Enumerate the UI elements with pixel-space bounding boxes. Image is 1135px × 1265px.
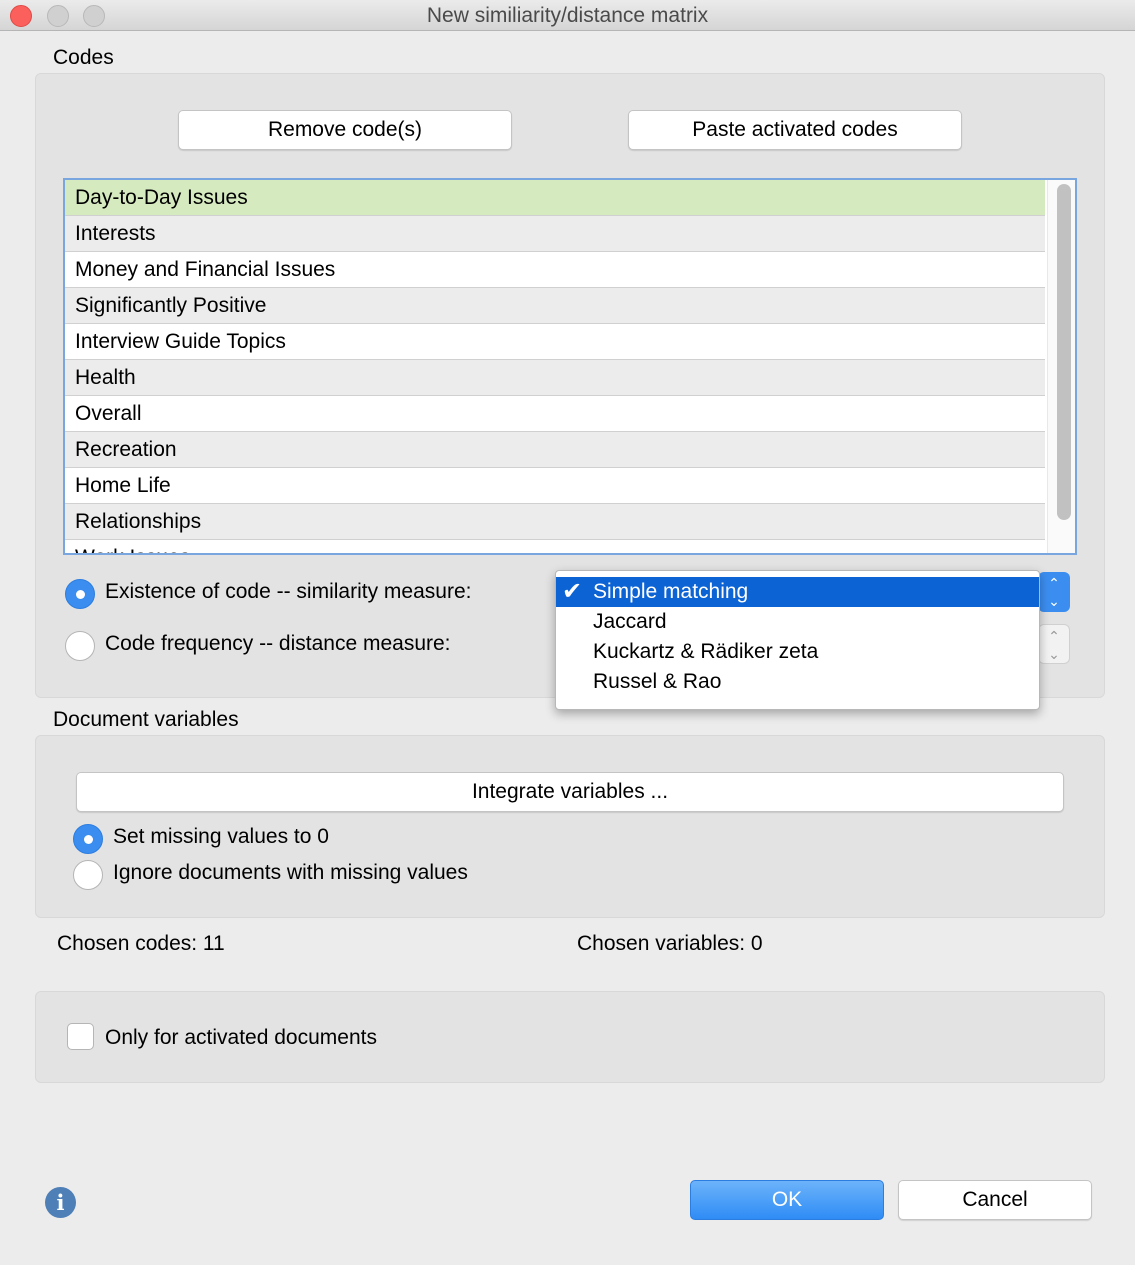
list-item[interactable]: Recreation [65, 432, 1045, 468]
paste-activated-codes-button[interactable]: Paste activated codes [628, 110, 962, 150]
window-title: New similiarity/distance matrix [426, 4, 709, 27]
list-item[interactable]: Day-to-Day Issues [65, 180, 1045, 216]
only-activated-label: Only for activated documents [105, 1026, 377, 1049]
list-item[interactable]: Interview Guide Topics [65, 324, 1045, 360]
menu-item-kuckartz-zeta[interactable]: Kuckartz & Rädiker zeta [556, 637, 1039, 667]
list-item[interactable]: Money and Financial Issues [65, 252, 1045, 288]
variables-section-label: Document variables [53, 708, 239, 731]
list-scroll-track[interactable] [1047, 180, 1075, 553]
existence-label: Existence of code -- similarity measure: [105, 580, 472, 603]
integrate-variables-button[interactable]: Integrate variables ... [76, 772, 1064, 812]
list-item[interactable]: Home Life [65, 468, 1045, 504]
frequency-label: Code frequency -- distance measure: [105, 632, 451, 655]
codes-list[interactable]: Day-to-Day Issues Interests Money and Fi… [63, 178, 1077, 555]
ignore-missing-radio[interactable] [73, 860, 103, 890]
distance-popup-stepper-icon[interactable]: ⌃ ⌄ [1038, 624, 1070, 664]
list-item[interactable]: Work Issues [65, 540, 1045, 553]
list-item[interactable]: Interests [65, 216, 1045, 252]
menu-item-label: Jaccard [593, 610, 667, 633]
ok-button[interactable]: OK [690, 1180, 884, 1220]
menu-item-jaccard[interactable]: Jaccard [556, 607, 1039, 637]
menu-item-label: Kuckartz & Rädiker zeta [593, 640, 819, 663]
similarity-measure-menu[interactable]: ✔ Simple matching Jaccard Kuckartz & Räd… [555, 570, 1040, 710]
menu-item-simple-matching[interactable]: ✔ Simple matching [556, 577, 1039, 607]
existence-radio[interactable] [65, 579, 95, 609]
remove-codes-button[interactable]: Remove code(s) [178, 110, 512, 150]
list-scrollbar-thumb[interactable] [1057, 184, 1071, 520]
info-icon[interactable]: i [45, 1187, 76, 1218]
menu-item-russel-rao[interactable]: Russel & Rao [556, 667, 1039, 697]
menu-item-label: Russel & Rao [593, 670, 722, 693]
missing-zero-label: Set missing values to 0 [113, 825, 329, 848]
list-item[interactable]: Relationships [65, 504, 1045, 540]
codes-section-label: Codes [53, 46, 114, 69]
title-bar: New similiarity/distance matrix [0, 0, 1135, 31]
list-item[interactable]: Overall [65, 396, 1045, 432]
only-activated-checkbox[interactable] [67, 1023, 94, 1050]
menu-item-label: Simple matching [593, 580, 749, 603]
frequency-radio[interactable] [65, 631, 95, 661]
chosen-codes-count: Chosen codes: 11 [57, 932, 225, 955]
list-item[interactable]: Health [65, 360, 1045, 396]
checkmark-icon: ✔ [562, 578, 583, 605]
similarity-popup-stepper-icon[interactable]: ⌃ ⌄ [1038, 572, 1070, 612]
list-item[interactable]: Significantly Positive [65, 288, 1045, 324]
chosen-variables-count: Chosen variables: 0 [577, 932, 763, 955]
ignore-missing-label: Ignore documents with missing values [113, 861, 468, 884]
missing-zero-radio[interactable] [73, 824, 103, 854]
cancel-button[interactable]: Cancel [898, 1180, 1092, 1220]
